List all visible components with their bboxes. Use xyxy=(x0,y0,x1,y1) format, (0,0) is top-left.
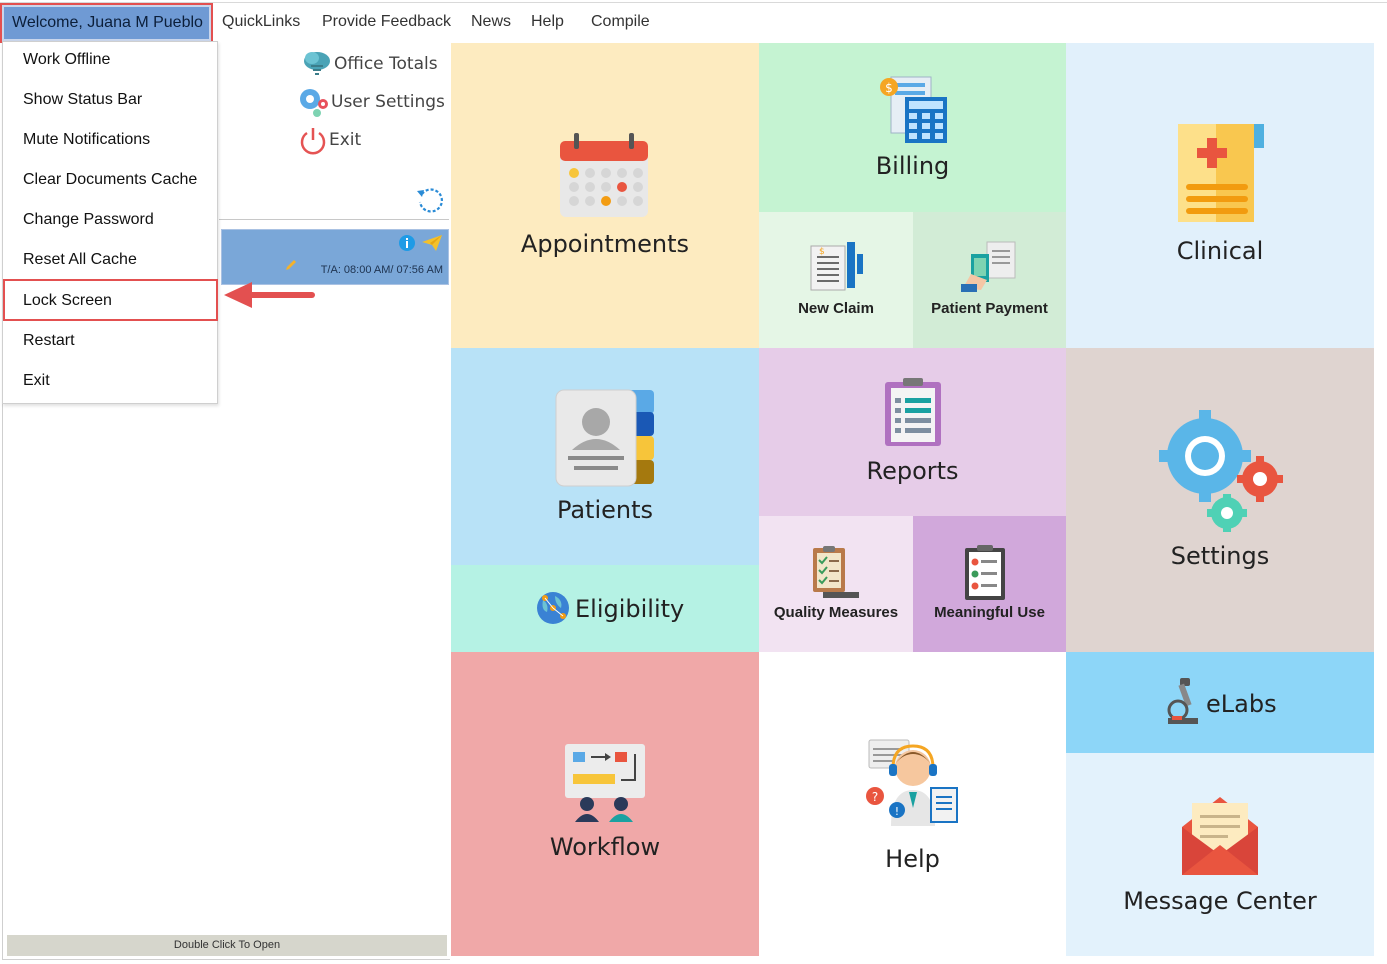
menu-news[interactable]: News xyxy=(471,13,511,31)
meaningful-use-list-icon xyxy=(965,545,1005,600)
menu-bar: Welcome, Juana M Pueblo QuickLinks Provi… xyxy=(0,2,1387,43)
new-claim-document-icon: $ xyxy=(810,242,863,291)
tile-eligibility[interactable]: Eligibility xyxy=(451,565,759,652)
message-center-envelope-icon xyxy=(1182,797,1258,875)
calendar-icon xyxy=(560,133,648,217)
svg-text:$: $ xyxy=(885,81,893,95)
pointer-arrow-icon xyxy=(224,282,315,308)
menu-item-change-password[interactable]: Change Password xyxy=(23,211,154,229)
menu-item-work-offline[interactable]: Work Offline xyxy=(23,51,110,69)
tile-settings-label: Settings xyxy=(1170,542,1270,570)
svg-text:!: ! xyxy=(895,805,899,818)
tile-elabs-label: eLabs xyxy=(1206,690,1277,718)
tile-appointments[interactable]: Appointments xyxy=(451,43,759,348)
edit-pencil-icon[interactable] xyxy=(284,258,298,272)
user-dropdown-menu: Work Offline Show Status Bar Mute Notifi… xyxy=(2,41,218,404)
quality-measures-checklist-icon xyxy=(813,546,859,598)
elabs-microscope-icon xyxy=(1167,678,1198,724)
tile-patient-payment[interactable]: Patient Payment xyxy=(913,212,1066,348)
appointment-card[interactable]: T/A: 08:00 AM/ 07:56 AM xyxy=(221,229,449,285)
clinical-record-icon xyxy=(1178,124,1264,222)
card-time: T/A: 08:00 AM/ 07:56 AM xyxy=(320,264,443,276)
menu-item-exit[interactable]: Exit xyxy=(23,372,50,390)
tile-meaningful-use-label: Meaningful Use xyxy=(934,604,1045,621)
tile-clinical[interactable]: Clinical xyxy=(1066,43,1374,348)
tile-new-claim[interactable]: $ New Claim xyxy=(759,212,913,348)
tile-clinical-label: Clinical xyxy=(1176,237,1264,265)
welcome-menu-button[interactable]: Welcome, Juana M Pueblo xyxy=(0,3,213,43)
tile-reports[interactable]: Reports xyxy=(759,348,1066,516)
reports-clipboard-icon xyxy=(885,378,941,446)
tile-quality-measures[interactable]: Quality Measures xyxy=(759,516,913,652)
welcome-label: Welcome, Juana M Pueblo xyxy=(4,7,209,39)
divider xyxy=(219,219,449,220)
status-bar: Double Click To Open xyxy=(7,935,447,956)
eligibility-globe-icon xyxy=(537,592,569,624)
menu-item-mute-notifications[interactable]: Mute Notifications xyxy=(23,131,150,149)
info-icon[interactable] xyxy=(398,234,416,252)
tile-meaningful-use[interactable]: Meaningful Use xyxy=(913,516,1066,652)
workflow-board-icon xyxy=(565,744,645,822)
tile-workflow-label: Workflow xyxy=(549,833,661,861)
patient-payment-icon xyxy=(961,241,1016,292)
send-icon[interactable] xyxy=(421,234,443,252)
cloud-totals-icon xyxy=(304,52,330,75)
tile-settings[interactable]: Settings xyxy=(1066,348,1374,652)
menu-quicklinks[interactable]: QuickLinks xyxy=(222,13,300,31)
tile-message-center[interactable]: Message Center xyxy=(1066,753,1374,956)
svg-text:$: $ xyxy=(819,247,825,257)
menu-provide-feedback[interactable]: Provide Feedback xyxy=(322,13,451,31)
power-icon xyxy=(300,128,326,155)
tile-appointments-label: Appointments xyxy=(520,230,690,258)
user-settings-gear-icon xyxy=(300,89,328,117)
tile-workflow[interactable]: Workflow xyxy=(451,652,759,956)
tile-help-label: Help xyxy=(885,845,940,873)
exit-link[interactable]: Exit xyxy=(329,130,361,150)
menu-item-show-status-bar[interactable]: Show Status Bar xyxy=(23,91,142,109)
refresh-icon[interactable] xyxy=(415,185,445,215)
tile-billing-label: Billing xyxy=(875,152,950,180)
tile-eligibility-label: Eligibility xyxy=(575,595,685,623)
tile-billing[interactable]: $ Billing xyxy=(759,43,1066,212)
menu-help[interactable]: Help xyxy=(531,13,564,31)
tile-new-claim-label: New Claim xyxy=(798,300,874,317)
office-totals-link[interactable]: Office Totals xyxy=(334,54,438,74)
user-settings-link[interactable]: User Settings xyxy=(331,92,445,112)
tile-quality-measures-label: Quality Measures xyxy=(773,604,899,621)
tile-help[interactable]: ? ! Help xyxy=(759,652,1066,956)
tile-patients[interactable]: Patients xyxy=(451,348,759,565)
tile-elabs[interactable]: eLabs xyxy=(1066,652,1374,753)
billing-calculator-icon: $ xyxy=(880,76,947,143)
tile-patient-payment-label: Patient Payment xyxy=(931,300,1048,317)
patients-contact-card-icon xyxy=(555,389,654,487)
help-support-agent-icon: ? ! xyxy=(866,739,958,826)
tile-reports-label: Reports xyxy=(866,457,959,485)
settings-gears-icon xyxy=(1159,410,1283,532)
menu-item-lock-screen[interactable]: Lock Screen xyxy=(23,292,112,310)
menu-item-restart[interactable]: Restart xyxy=(23,332,75,350)
tile-message-center-label: Message Center xyxy=(1123,887,1317,915)
menu-compile[interactable]: Compile xyxy=(591,13,650,31)
menu-item-reset-all-cache[interactable]: Reset All Cache xyxy=(23,251,137,269)
tile-patients-label: Patients xyxy=(556,496,654,524)
svg-text:?: ? xyxy=(872,790,878,804)
menu-item-clear-documents-cache[interactable]: Clear Documents Cache xyxy=(23,171,197,189)
